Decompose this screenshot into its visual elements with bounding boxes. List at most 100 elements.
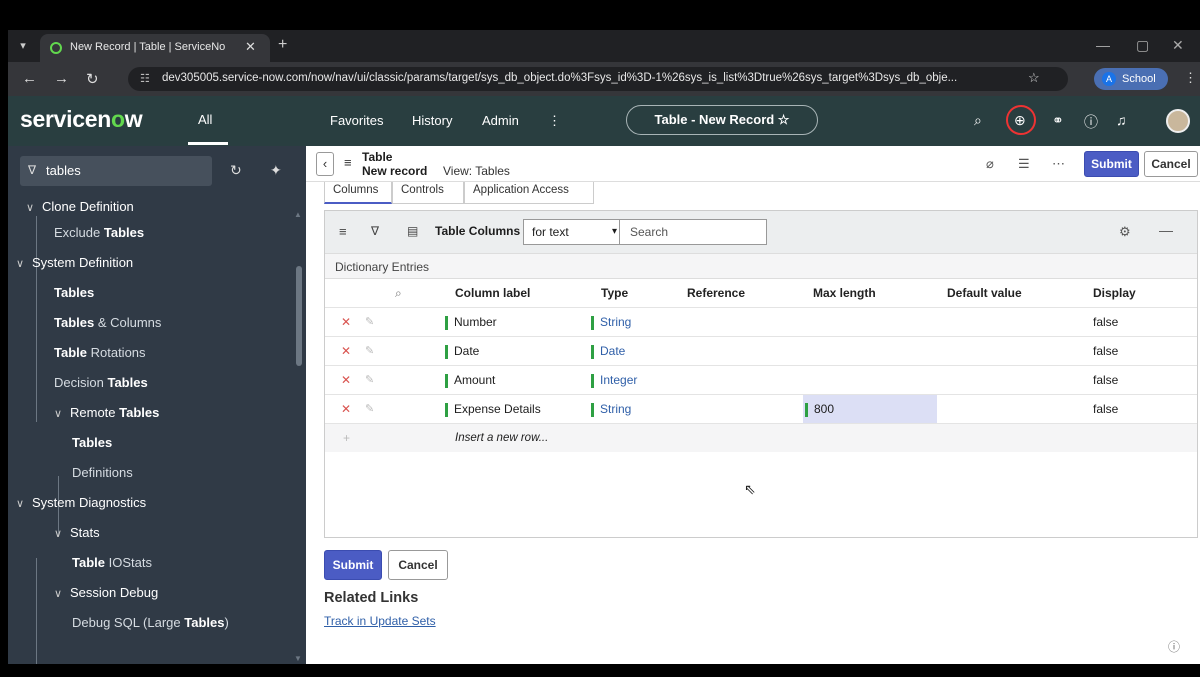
more-options-icon[interactable]: ⋯ [1052,156,1065,172]
cell-type[interactable]: Integer [591,366,637,394]
info-icon[interactable]: ⓘ [1168,638,1180,655]
context-title-pill[interactable]: Table - New Record ☆ [626,105,818,135]
column-header-max-length[interactable]: Max length [813,279,876,307]
column-header-label[interactable]: Column label [455,279,530,307]
sidebar-item-remote-tables-tables[interactable]: Tables [72,428,112,458]
tab-controls[interactable]: Controls [392,182,464,204]
personalize-form-icon[interactable]: ☰ [1018,156,1030,172]
bookmark-star-icon[interactable]: ☆ [1028,70,1040,86]
filter-input[interactable]: tables [46,163,81,178]
column-header-display[interactable]: Display [1093,279,1136,307]
delete-row-icon[interactable]: ✕ [341,337,351,365]
filter-icon[interactable]: ∇ [371,224,379,238]
cancel-button[interactable]: Cancel [1144,151,1198,177]
admin-menu[interactable]: Admin [482,113,519,128]
track-in-update-sets-link[interactable]: Track in Update Sets [324,614,436,628]
browser-menu-icon[interactable]: ⋮ [1184,70,1197,86]
bottom-submit-button[interactable]: Submit [324,550,382,580]
insert-new-row-text[interactable]: Insert a new row... [455,424,548,452]
related-list-search-input[interactable]: Search [619,219,767,245]
url-field[interactable]: ☷ dev305005.service-now.com/now/nav/ui/c… [128,67,1068,91]
history-menu[interactable]: History [412,113,452,128]
column-header-reference[interactable]: Reference [687,279,745,307]
new-tab-icon[interactable]: + [278,36,287,54]
globe-icon[interactable]: ⊕ [1014,112,1026,129]
sidebar-item-session-debug[interactable]: ∨ Session Debug [54,578,158,608]
chat-icon[interactable]: ⚭ [1052,112,1064,129]
refresh-icon[interactable]: ↻ [230,162,242,179]
cell-max-length[interactable]: 800 [803,395,937,423]
form-context-menu-icon[interactable]: ≡ [344,155,352,170]
insert-row[interactable]: + Insert a new row... [325,423,1197,452]
bottom-cancel-button[interactable]: Cancel [388,550,448,580]
more-menu-icon[interactable]: ⋮ [548,113,561,129]
tab-application-access[interactable]: Application Access [464,182,594,204]
submit-button[interactable]: Submit [1084,151,1139,177]
reload-icon[interactable]: ↻ [86,70,99,88]
column-search-icon[interactable]: ⌕ [395,279,402,307]
list-view-icon[interactable]: ▤ [407,224,418,238]
notifications-bell-icon[interactable]: ♫ [1116,112,1127,128]
cell-column-label[interactable]: Expense Details [445,395,541,423]
profile-button[interactable]: A School [1094,68,1168,90]
favorites-menu[interactable]: Favorites [330,113,383,128]
navigator-filter[interactable]: ∇ tables [20,156,212,186]
cell-display[interactable]: false [1093,366,1118,394]
edit-pencil-icon[interactable]: ✎ [365,366,374,394]
edit-pencil-icon[interactable]: ✎ [365,308,374,336]
sidebar-item-table-iostats[interactable]: Table IOStats [72,548,152,578]
search-icon[interactable]: ⌕ [974,112,982,129]
cell-display[interactable]: false [1093,308,1118,336]
add-row-icon[interactable]: + [343,424,350,452]
collapse-list-icon[interactable]: — [1159,222,1173,238]
list-settings-gear-icon[interactable]: ⚙ [1119,224,1131,240]
sidebar-item-remote-tables[interactable]: ∨ Remote Tables [54,398,159,428]
sidebar-item-definitions[interactable]: Definitions [72,458,133,488]
back-button[interactable]: ‹ [316,152,334,176]
sidebar-item-debug-sql-large-tables[interactable]: Debug SQL (Large Tables) [72,608,229,638]
scroll-down-arrow-icon[interactable]: ▼ [294,654,302,663]
column-header-default-value[interactable]: Default value [947,279,1022,307]
tab-close-icon[interactable]: ✕ [245,39,256,55]
browser-tab[interactable]: New Record | Table | ServiceNo ✕ [40,34,270,62]
list-menu-icon[interactable]: ≡ [339,224,347,239]
sidebar-item-table-rotations[interactable]: Table Rotations [54,338,146,368]
forward-arrow-icon[interactable]: → [54,70,69,87]
breadcrumb-dictionary-entries[interactable]: Dictionary Entries [335,260,429,274]
edit-pencil-icon[interactable]: ✎ [365,337,374,365]
restore-icon[interactable]: ▢ [1136,37,1149,54]
sidebar-scrollbar-thumb[interactable] [296,266,302,366]
attachment-icon[interactable]: ⌀ [986,156,994,172]
cell-display[interactable]: false [1093,395,1118,423]
sidebar-item-system-definition[interactable]: ∨ System Definition [16,248,133,278]
delete-row-icon[interactable]: ✕ [341,308,351,336]
servicenow-logo[interactable]: servicenow [20,106,143,133]
sidebar-item-system-diagnostics[interactable]: ∨ System Diagnostics [16,488,146,518]
help-icon[interactable]: ⓘ [1084,112,1098,132]
scroll-up-arrow-icon[interactable]: ▲ [294,210,302,219]
column-header-type[interactable]: Type [601,279,628,307]
delete-row-icon[interactable]: ✕ [341,395,351,423]
cell-column-label[interactable]: Amount [445,366,495,394]
sidebar-item-stats[interactable]: ∨ Stats [54,518,100,548]
cell-type[interactable]: Date [591,337,625,365]
cell-column-label[interactable]: Date [445,337,479,365]
all-menu-tab[interactable]: All [198,112,212,127]
minimize-icon[interactable]: — [1096,37,1110,53]
delete-row-icon[interactable]: ✕ [341,366,351,394]
tab-columns[interactable]: Columns [324,182,392,204]
cell-type[interactable]: String [591,395,631,423]
sidebar-item-tables[interactable]: Tables [54,278,94,308]
cell-type[interactable]: String [591,308,631,336]
edit-pencil-icon[interactable]: ✎ [365,395,374,423]
cell-column-label[interactable]: Number [445,308,497,336]
sidebar-item-tables-columns[interactable]: Tables & Columns [54,308,161,338]
window-close-icon[interactable]: ✕ [1172,37,1184,54]
site-settings-icon[interactable]: ☷ [140,72,150,85]
pin-icon[interactable]: ✦ [270,162,282,179]
sidebar-item-exclude-tables[interactable]: Exclude Tables [54,218,144,248]
back-arrow-icon[interactable]: ← [22,70,37,87]
cell-display[interactable]: false [1093,337,1118,365]
tab-search-chevron-icon[interactable]: ▾ [14,38,32,54]
user-avatar[interactable] [1166,109,1190,133]
